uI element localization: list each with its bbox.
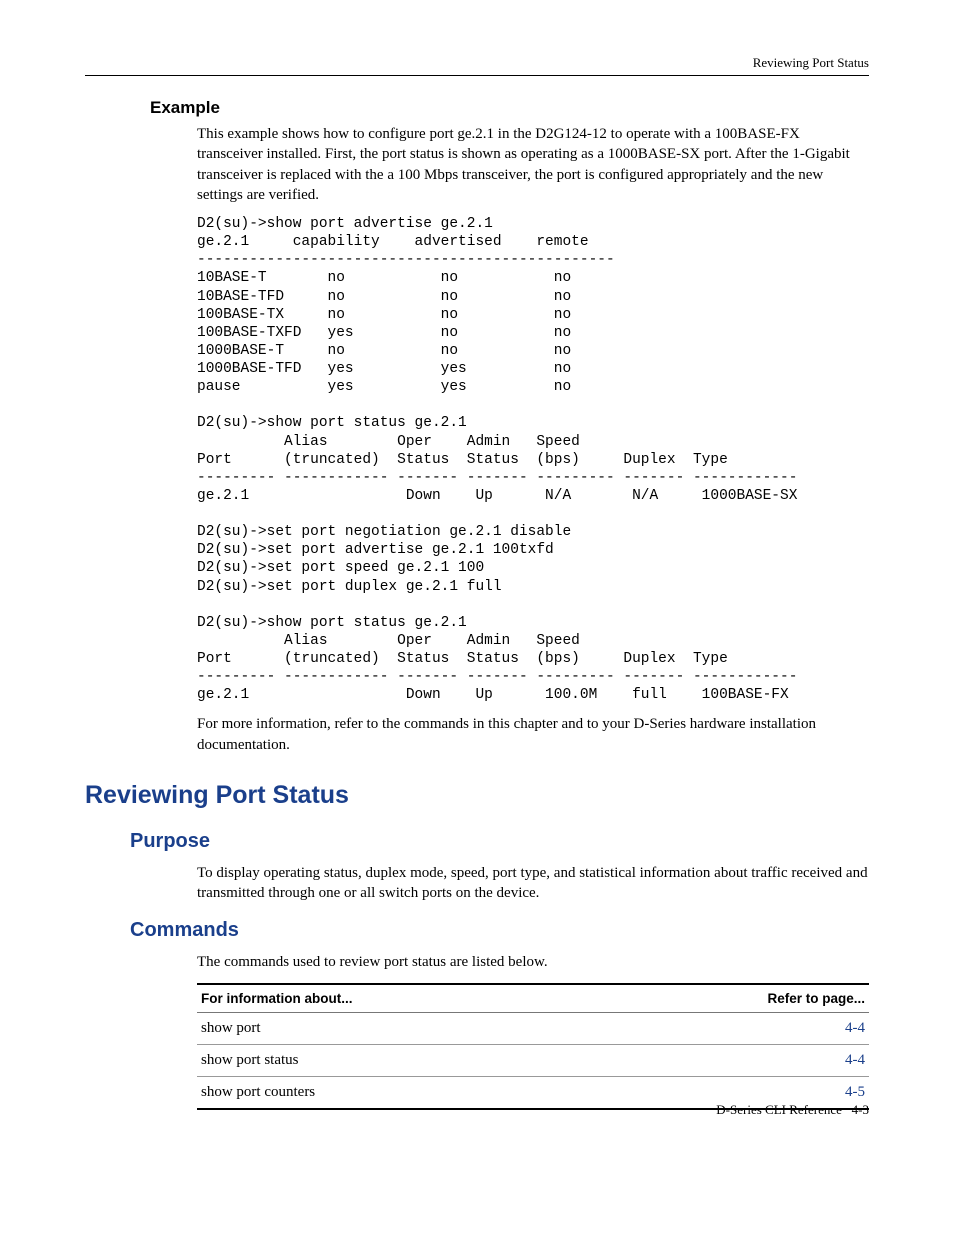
heading-example: Example bbox=[150, 98, 869, 118]
table-header-info: For information about... bbox=[197, 984, 601, 1013]
page-link[interactable]: 4-4 bbox=[601, 1012, 869, 1044]
example-followup: For more information, refer to the comma… bbox=[197, 714, 869, 755]
running-header: Reviewing Port Status bbox=[85, 55, 869, 76]
cmd-cell: show port counters bbox=[197, 1076, 601, 1109]
cmd-cell: show port bbox=[197, 1012, 601, 1044]
code-block: D2(su)->show port advertise ge.2.1 ge.2.… bbox=[197, 215, 869, 704]
table-row: show port 4-4 bbox=[197, 1012, 869, 1044]
commands-table: For information about... Refer to page..… bbox=[197, 983, 869, 1110]
footer-page-number: 4-3 bbox=[852, 1102, 869, 1117]
example-paragraph: This example shows how to configure port… bbox=[197, 124, 869, 205]
heading-purpose: Purpose bbox=[130, 830, 869, 853]
section-title: Reviewing Port Status bbox=[85, 781, 869, 810]
cmd-cell: show port status bbox=[197, 1044, 601, 1076]
page-link[interactable]: 4-4 bbox=[601, 1044, 869, 1076]
footer-doc-title: D-Series CLI Reference bbox=[716, 1102, 842, 1117]
table-header-page: Refer to page... bbox=[601, 984, 869, 1013]
table-row: show port status 4-4 bbox=[197, 1044, 869, 1076]
heading-commands: Commands bbox=[130, 919, 869, 942]
commands-intro: The commands used to review port status … bbox=[197, 952, 869, 972]
page-footer: D-Series CLI Reference 4-3 bbox=[716, 1102, 869, 1118]
purpose-text: To display operating status, duplex mode… bbox=[197, 863, 869, 904]
